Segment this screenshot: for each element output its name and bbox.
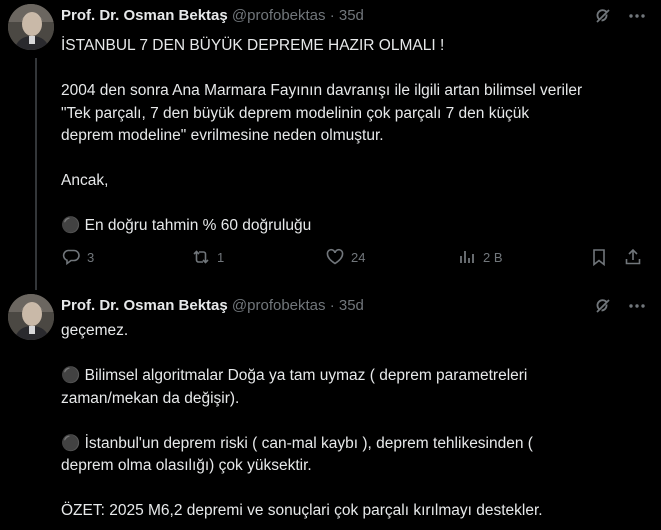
grok-icon[interactable] <box>593 6 613 26</box>
tweet-line: "Tek parçalı, 7 den büyük deprem modelin… <box>61 104 530 122</box>
tweet-line <box>61 478 643 501</box>
separator: · <box>329 7 335 24</box>
reply-button[interactable]: 3 <box>61 246 94 268</box>
tweet-line: Ancak, <box>61 172 109 189</box>
views-count: 2 B <box>483 249 503 265</box>
tweet-header: Prof. Dr. Osman Bektaş @profobektas · 35… <box>61 6 591 26</box>
separator: · <box>329 297 335 314</box>
repost-button[interactable]: 1 <box>191 246 224 268</box>
timestamp[interactable]: 35d <box>339 297 364 314</box>
tweet-line <box>61 148 643 171</box>
tweet-top-icons <box>593 296 647 316</box>
reply-count: 3 <box>87 249 95 265</box>
tweet-line <box>61 193 643 216</box>
repost-icon <box>193 250 209 264</box>
like-count: 24 <box>351 249 366 265</box>
bookmark-icon <box>593 249 605 267</box>
tweet-top-icons <box>593 6 647 26</box>
tweet-line <box>61 343 643 366</box>
tweet-line: deprem olma olasılığı) çok yüksektir. <box>61 457 312 474</box>
tweet-line: zaman/mekan da değişir). <box>61 389 240 407</box>
share-icon <box>625 248 641 265</box>
author-handle[interactable]: @profobektas <box>232 7 326 24</box>
views-button[interactable]: 2 B <box>457 246 503 268</box>
tweet-line: ÖZET: 2025 M6,2 depremi ve sonuçlari çok… <box>61 502 543 519</box>
views-icon <box>460 251 474 263</box>
tweet-2[interactable]: Prof. Dr. Osman Bektaş @profobektas · 35… <box>0 290 661 530</box>
avatar[interactable] <box>8 294 54 340</box>
bookmark-button[interactable] <box>589 246 609 268</box>
more-icon[interactable] <box>627 296 647 316</box>
like-button[interactable]: 24 <box>325 246 365 268</box>
tweet-header: Prof. Dr. Osman Bektaş @profobektas · 35… <box>61 296 591 316</box>
tweet-line <box>61 58 643 81</box>
tweet-body: İSTANBUL 7 DEN BÜYÜK DEPREME HAZIR OLMAL… <box>61 35 643 238</box>
tweet-body: geçemez. ⚫ Bilimsel algoritmalar Doğa ya… <box>61 320 643 523</box>
timestamp[interactable]: 35d <box>339 7 364 24</box>
tweet-line: ⚫ İstanbul'un deprem riski ( can-mal kay… <box>61 434 533 452</box>
tweet-line: İSTANBUL 7 DEN BÜYÜK DEPREME HAZIR OLMAL… <box>61 37 445 54</box>
tweet-1[interactable]: Prof. Dr. Osman Bektaş @profobektas · 35… <box>0 0 661 290</box>
repost-count: 1 <box>217 249 225 265</box>
avatar[interactable] <box>8 4 54 50</box>
tweet-line <box>61 410 643 433</box>
author-handle[interactable]: @profobektas <box>232 297 326 314</box>
author-name[interactable]: Prof. Dr. Osman Bektaş <box>61 297 228 314</box>
tweet-line: geçemez. <box>61 322 129 339</box>
share-button[interactable] <box>623 246 643 268</box>
tweet-line: 2004 den sonra Ana Marmara Fayının davra… <box>61 82 583 99</box>
like-icon <box>326 248 344 265</box>
tweet-actions: 3 1 24 2 B <box>61 246 643 268</box>
tweet-line: ⚫ En doğru tahmin % 60 doğruluğu <box>61 217 312 234</box>
reply-icon <box>62 249 80 266</box>
grok-icon[interactable] <box>593 296 613 316</box>
tweet-line: deprem modeline" evrilmesine neden olmuş… <box>61 127 384 144</box>
author-name[interactable]: Prof. Dr. Osman Bektaş <box>61 7 228 24</box>
more-icon[interactable] <box>627 6 647 26</box>
tweet-line: ⚫ Bilimsel algoritmalar Doğa ya tam uyma… <box>61 367 528 384</box>
